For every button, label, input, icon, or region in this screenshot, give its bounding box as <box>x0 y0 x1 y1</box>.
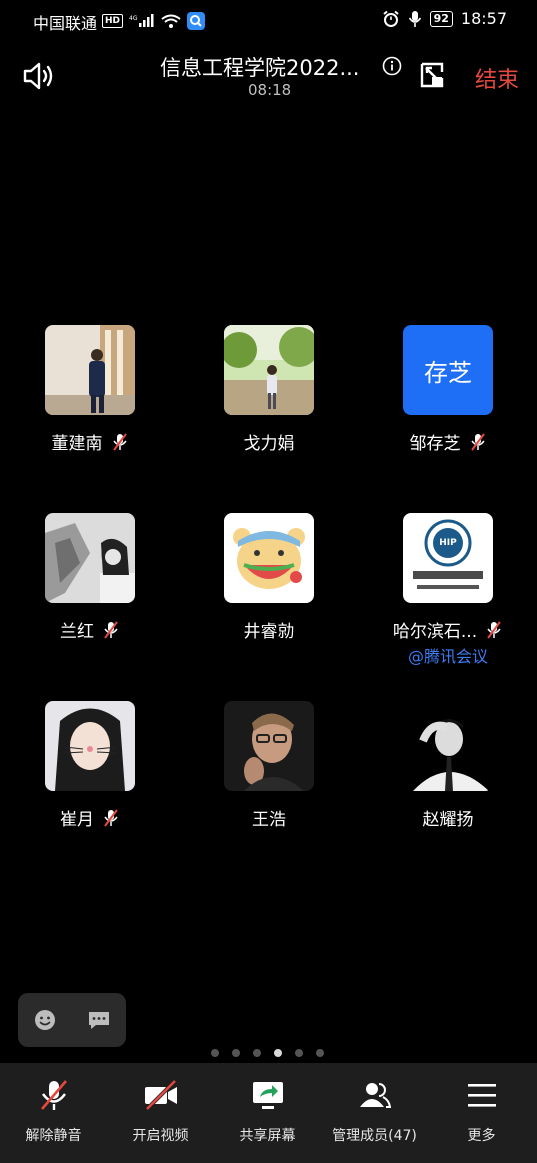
participant-source-label: @腾讯会议 <box>407 647 488 666</box>
page-dot[interactable] <box>295 1049 303 1057</box>
mic-muted-icon <box>487 621 501 639</box>
start-video-label: 开启视频 <box>132 1128 189 1144</box>
avatar-photo <box>403 701 493 791</box>
participant-name: 井睿勍 <box>243 622 295 642</box>
participant-name: 兰红 <box>0 617 180 642</box>
avatar <box>45 513 135 603</box>
camera-off-icon <box>145 1079 177 1111</box>
more-button[interactable]: 更多 <box>428 1063 535 1163</box>
members-icon <box>360 1083 392 1108</box>
avatar <box>45 701 135 791</box>
school-logo: HIP <box>403 513 493 603</box>
participant-tile[interactable]: 存芝 邹存芝 <box>358 325 537 495</box>
avatar-photo <box>224 701 314 791</box>
participant-tile[interactable]: 崔月 <box>0 701 180 871</box>
participant-name: 王浩 <box>252 810 286 830</box>
avatar-photo <box>45 513 135 603</box>
app-notification-icon <box>187 12 206 30</box>
svg-text:4G: 4G <box>129 15 138 22</box>
avatar-photo <box>224 325 314 415</box>
unmute-label: 解除静音 <box>25 1128 82 1144</box>
emoji-icon[interactable] <box>34 1009 56 1031</box>
mic-muted-icon <box>470 433 485 451</box>
microphone-status-icon <box>408 10 421 27</box>
bottom-toolbar: 解除静音 开启视频 共享屏幕 管理成员(47) 更多 <box>0 1063 537 1163</box>
participant-name: 戈力娟 <box>243 434 295 454</box>
page-dot[interactable] <box>232 1049 240 1057</box>
avatar <box>224 513 314 603</box>
status-time: 18:57 <box>460 9 507 28</box>
avatar: HIP <box>403 513 493 603</box>
menu-icon <box>468 1084 496 1107</box>
end-meeting-button[interactable]: 结束 <box>475 62 519 94</box>
participant-name: 董建南 <box>0 429 180 454</box>
page-indicator <box>211 1049 324 1057</box>
info-icon[interactable] <box>382 56 402 76</box>
avatar-initials: 存芝 <box>424 358 472 387</box>
participant-tile[interactable]: 戈力娟 <box>179 325 359 495</box>
unmute-button[interactable]: 解除静音 <box>0 1063 107 1163</box>
share-screen-label: 共享屏幕 <box>239 1128 296 1144</box>
avatar-cartoon <box>224 513 314 603</box>
meeting-header: 信息工程学院2022... 08:18 结束 <box>0 44 537 104</box>
participant-tile[interactable]: 王浩 <box>179 701 359 871</box>
wifi-icon <box>161 14 181 28</box>
quick-chat-bar <box>18 993 126 1047</box>
carrier-name: 中国联通 <box>33 14 98 33</box>
avatar-photo <box>45 325 135 415</box>
page-dot[interactable] <box>253 1049 261 1057</box>
network-indicators: HD 4G <box>102 12 206 30</box>
avatar-photo <box>45 701 135 791</box>
meeting-title[interactable]: 信息工程学院2022... <box>160 52 370 82</box>
avatar: 存芝 <box>403 325 493 415</box>
manage-members-label: 管理成员(47) <box>332 1128 417 1144</box>
minimize-window-icon[interactable] <box>418 60 448 90</box>
participant-name: 哈尔滨石... <box>358 617 537 642</box>
participant-tile[interactable]: 兰红 <box>0 513 180 683</box>
participant-name: 赵耀扬 <box>422 810 474 830</box>
manage-members-button[interactable]: 管理成员(47) <box>321 1063 428 1163</box>
mic-muted-icon <box>112 433 127 451</box>
participant-tile[interactable]: 董建南 <box>0 325 180 495</box>
mic-muted-icon <box>104 809 118 827</box>
alarm-icon <box>382 10 399 27</box>
svg-text:HIP: HIP <box>439 538 457 548</box>
page-dot[interactable] <box>316 1049 324 1057</box>
avatar <box>224 701 314 791</box>
participant-tile[interactable]: 井睿勍 <box>179 513 359 683</box>
hd-badge: HD <box>102 14 124 28</box>
share-screen-button[interactable]: 共享屏幕 <box>214 1063 321 1163</box>
battery-level: 92 <box>429 10 453 27</box>
participant-name: 邹存芝 <box>358 429 537 454</box>
avatar <box>403 701 493 791</box>
avatar <box>45 325 135 415</box>
participant-tile[interactable]: 赵耀扬 <box>358 701 537 871</box>
page-dot[interactable] <box>211 1049 219 1057</box>
status-bar: 中国联通 HD 4G 92 18:57 <box>0 0 537 40</box>
mic-muted-icon <box>104 621 118 639</box>
avatar <box>224 325 314 415</box>
speaker-icon[interactable] <box>20 58 56 94</box>
meeting-timer: 08:18 <box>248 81 292 99</box>
participant-tile[interactable]: HIP 哈尔滨石... @腾讯会议 <box>358 513 537 683</box>
signal-icon: 4G <box>129 14 154 27</box>
microphone-muted-icon <box>41 1080 67 1110</box>
page-dot-active[interactable] <box>274 1049 282 1057</box>
participant-name: 崔月 <box>0 805 180 830</box>
start-video-button[interactable]: 开启视频 <box>107 1063 214 1163</box>
more-label: 更多 <box>467 1128 496 1144</box>
share-screen-icon <box>253 1082 283 1109</box>
status-right: 92 18:57 <box>382 9 507 28</box>
chat-message-icon[interactable] <box>88 1010 110 1030</box>
